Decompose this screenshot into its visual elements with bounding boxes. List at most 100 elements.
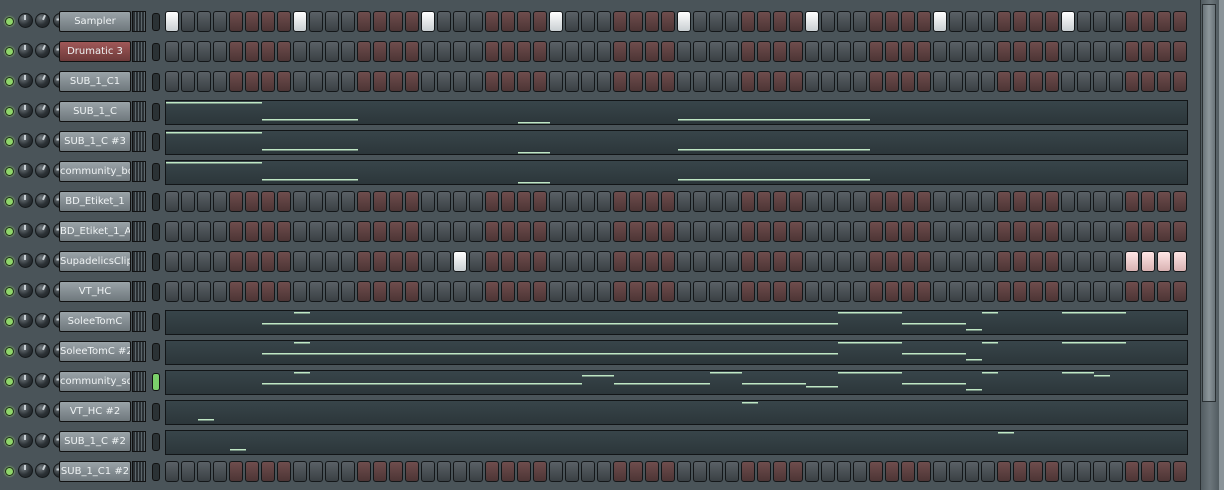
step-button[interactable] — [1173, 281, 1187, 302]
step-button[interactable] — [373, 41, 387, 62]
channel-target-mixer-grip[interactable] — [132, 251, 146, 272]
step-button[interactable] — [821, 461, 835, 482]
pan-knob-icon[interactable] — [18, 313, 33, 328]
volume-knob-icon[interactable] — [35, 193, 50, 208]
step-button[interactable] — [1125, 461, 1139, 482]
channel-name-button[interactable]: community_bd — [59, 161, 131, 182]
channel-select-indicator[interactable] — [152, 43, 160, 61]
step-button[interactable] — [485, 281, 499, 302]
step-button[interactable] — [421, 11, 435, 32]
step-button[interactable] — [181, 251, 195, 272]
step-button[interactable] — [1077, 251, 1091, 272]
step-button[interactable] — [933, 461, 947, 482]
step-button[interactable] — [549, 41, 563, 62]
step-button[interactable] — [837, 11, 851, 32]
step-button[interactable] — [933, 251, 947, 272]
step-button[interactable] — [597, 11, 611, 32]
step-button[interactable] — [325, 11, 339, 32]
step-button[interactable] — [837, 461, 851, 482]
step-button[interactable] — [773, 461, 787, 482]
step-button[interactable] — [1061, 41, 1075, 62]
step-button[interactable] — [597, 41, 611, 62]
step-button[interactable] — [1173, 41, 1187, 62]
step-button[interactable] — [213, 251, 227, 272]
step-button[interactable] — [1077, 41, 1091, 62]
step-button[interactable] — [437, 281, 451, 302]
volume-knob-icon[interactable] — [35, 253, 50, 268]
step-button[interactable] — [229, 221, 243, 242]
step-button[interactable] — [981, 251, 995, 272]
step-button[interactable] — [245, 251, 259, 272]
step-button[interactable] — [1077, 11, 1091, 32]
step-button[interactable] — [949, 461, 963, 482]
step-button[interactable] — [613, 11, 627, 32]
step-button[interactable] — [1093, 41, 1107, 62]
channel-target-mixer-grip[interactable] — [132, 371, 146, 392]
step-button[interactable] — [901, 251, 915, 272]
volume-knob-icon[interactable] — [35, 163, 50, 178]
step-button[interactable] — [885, 461, 899, 482]
step-button[interactable] — [1013, 461, 1027, 482]
step-button[interactable] — [1173, 191, 1187, 212]
step-button[interactable] — [677, 281, 691, 302]
step-button[interactable] — [885, 71, 899, 92]
step-button[interactable] — [869, 41, 883, 62]
step-button[interactable] — [805, 281, 819, 302]
step-button[interactable] — [197, 281, 211, 302]
step-button[interactable] — [1013, 221, 1027, 242]
channel-name-button[interactable]: SoleeTomC #2 — [59, 341, 131, 362]
step-button[interactable] — [933, 191, 947, 212]
step-button[interactable] — [389, 41, 403, 62]
step-button[interactable] — [821, 11, 835, 32]
pan-knob-icon[interactable] — [18, 283, 33, 298]
step-button[interactable] — [213, 11, 227, 32]
step-button[interactable] — [917, 461, 931, 482]
channel-name-button[interactable]: BD_Etiket_1 — [59, 191, 131, 212]
step-button[interactable] — [613, 221, 627, 242]
step-button[interactable] — [517, 281, 531, 302]
step-button[interactable] — [709, 221, 723, 242]
channel-select-indicator[interactable] — [152, 433, 160, 451]
step-button[interactable] — [1141, 461, 1155, 482]
step-button[interactable] — [693, 461, 707, 482]
step-button[interactable] — [565, 221, 579, 242]
step-button[interactable] — [293, 251, 307, 272]
step-button[interactable] — [1093, 461, 1107, 482]
step-button[interactable] — [501, 191, 515, 212]
step-button[interactable] — [261, 41, 275, 62]
step-button[interactable] — [1109, 71, 1123, 92]
step-button[interactable] — [165, 221, 179, 242]
step-button[interactable] — [645, 251, 659, 272]
step-button[interactable] — [709, 191, 723, 212]
step-button[interactable] — [197, 71, 211, 92]
step-button[interactable] — [965, 221, 979, 242]
channel-name-button[interactable]: SUB_1_C1 #2 — [59, 461, 131, 482]
step-button[interactable] — [165, 461, 179, 482]
mute-led-icon[interactable] — [5, 317, 14, 326]
step-button[interactable] — [389, 191, 403, 212]
step-button[interactable] — [933, 281, 947, 302]
mini-piano-roll[interactable] — [165, 130, 1188, 155]
volume-knob-icon[interactable] — [35, 223, 50, 238]
step-button[interactable] — [693, 251, 707, 272]
step-button[interactable] — [245, 281, 259, 302]
channel-select-indicator[interactable] — [152, 313, 160, 331]
step-button[interactable] — [629, 191, 643, 212]
step-button[interactable] — [165, 251, 179, 272]
step-button[interactable] — [421, 41, 435, 62]
step-button[interactable] — [325, 41, 339, 62]
step-button[interactable] — [981, 41, 995, 62]
step-button[interactable] — [837, 41, 851, 62]
step-button[interactable] — [613, 71, 627, 92]
step-button[interactable] — [597, 71, 611, 92]
step-button[interactable] — [581, 461, 595, 482]
step-button[interactable] — [789, 191, 803, 212]
step-button[interactable] — [1125, 251, 1139, 272]
step-button[interactable] — [1109, 251, 1123, 272]
step-button[interactable] — [661, 281, 675, 302]
step-button[interactable] — [661, 221, 675, 242]
step-button[interactable] — [405, 221, 419, 242]
step-button[interactable] — [805, 251, 819, 272]
channel-select-indicator[interactable] — [152, 103, 160, 121]
pan-knob-icon[interactable] — [18, 73, 33, 88]
